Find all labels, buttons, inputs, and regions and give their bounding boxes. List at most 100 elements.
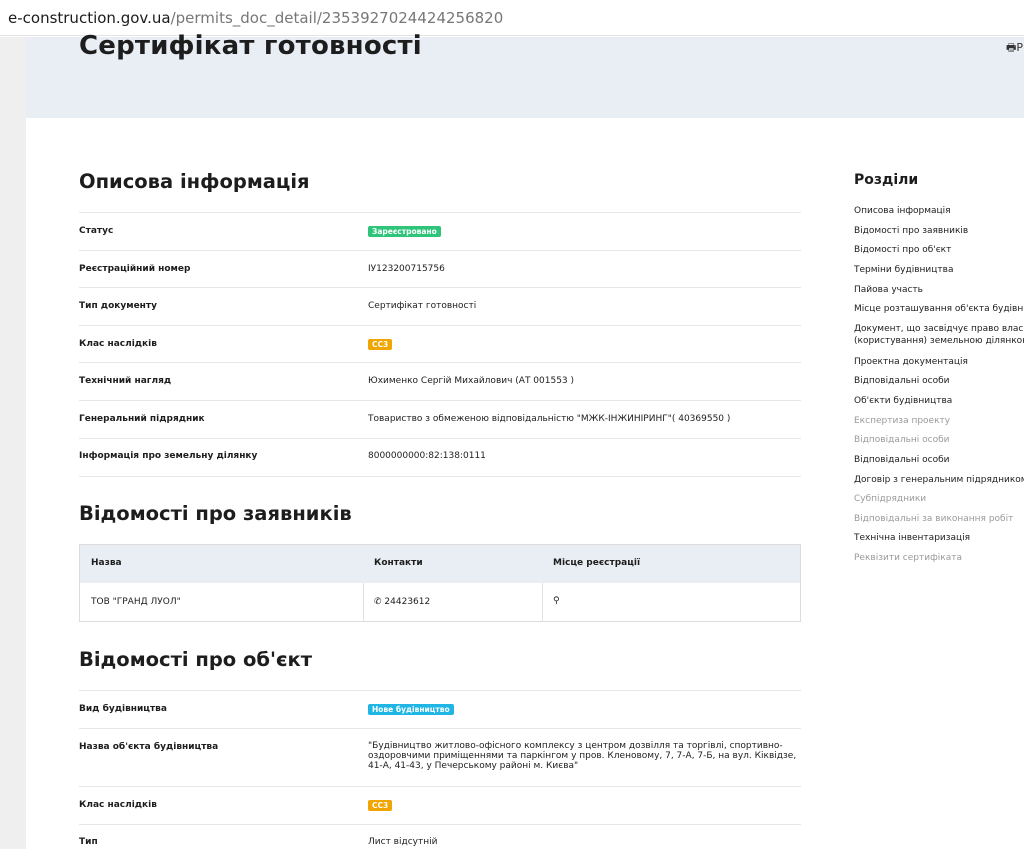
info-row: Статус Зареєстровано bbox=[79, 212, 801, 250]
row-label: Вид будівництва bbox=[79, 704, 167, 714]
applicant-phone: ✆ 24423612 bbox=[374, 597, 430, 607]
row-label: Клас наслідків bbox=[79, 800, 157, 810]
info-row: Технічний нагляд Юхименко Сергій Михайлов… bbox=[79, 362, 801, 400]
print-label: Р bbox=[1016, 41, 1024, 54]
row-label: Технічний нагляд bbox=[79, 376, 172, 386]
sidebar-nav-label: Договір з генеральним підрядником bbox=[854, 475, 1024, 485]
info-row: Тип Лист відсутній bbox=[79, 824, 801, 849]
sidebar-nav-item[interactable]: Документ, що засвідчує право власності (к… bbox=[854, 323, 1024, 347]
sidebar-nav-label: Відповідальні особи bbox=[854, 435, 950, 445]
url-text[interactable]: e-construction.gov.ua/permits_doc_detail… bbox=[8, 9, 503, 27]
sidebar-nav-item[interactable]: Об'єкти будівництва bbox=[854, 395, 952, 407]
sidebar-nav-item[interactable]: Відомості про об'єкт bbox=[854, 244, 951, 256]
row-label: Тип bbox=[79, 837, 98, 847]
column-header-location: Місце реєстрації bbox=[553, 558, 641, 568]
sidebar-nav-item[interactable]: Пайова участь bbox=[854, 284, 923, 296]
row-label: Реєстраційний номер bbox=[79, 264, 191, 274]
row-value: 8000000000:82:138:0111 bbox=[368, 451, 486, 461]
sidebar-nav-label: Відповідальні за виконання робіт bbox=[854, 514, 1014, 524]
phone-icon: ✆ bbox=[374, 597, 382, 607]
sidebar-nav-item[interactable]: Описова інформація bbox=[854, 205, 951, 217]
row-label: Тип документу bbox=[79, 301, 157, 311]
section-title-object: Відомості про об'єкт bbox=[79, 648, 313, 671]
sidebar-nav-item[interactable]: Місце розташування об'єкта будівництва bbox=[854, 303, 1024, 315]
applicants-table: Назва Контакти Місце реєстрації ТОВ "ГРА… bbox=[79, 544, 801, 622]
phone-number: 24423612 bbox=[384, 597, 431, 607]
sidebar-nav-item[interactable]: Відповідальні особи bbox=[854, 434, 950, 446]
page-title: Сертифікат готовності bbox=[79, 31, 422, 61]
left-margin bbox=[0, 37, 26, 849]
sidebar-nav-label: Відомості про заявників bbox=[854, 226, 969, 236]
sidebar-nav-item[interactable]: Договір з генеральним підрядником bbox=[854, 474, 1024, 486]
column-header-contacts: Контакти bbox=[374, 558, 423, 568]
printer-icon[interactable]: 🖶Р bbox=[1006, 39, 1023, 58]
sidebar-nav-label: Відповідальні особи bbox=[854, 455, 950, 465]
applicant-name: ТОВ "ГРАНД ЛУОЛ" bbox=[91, 597, 181, 607]
sidebar-nav-item[interactable]: Відповідальні особи bbox=[854, 375, 950, 387]
sidebar-nav-item[interactable]: Відомості про заявників bbox=[854, 225, 968, 237]
sidebar-nav-item[interactable]: Технічна інвентаризація bbox=[854, 532, 970, 544]
sidebar-nav-label: Експертиза проекту bbox=[854, 416, 951, 426]
badge-orange: СС3 bbox=[368, 800, 393, 811]
sidebar-nav-item[interactable]: Реквізити сертифіката bbox=[854, 552, 962, 564]
status-badge: СС3 bbox=[368, 800, 393, 811]
info-row: Інформація про земельну ділянку 800000000… bbox=[79, 438, 801, 476]
sidebar-nav-label: Технічна інвентаризація bbox=[854, 533, 971, 543]
section-title-description: Описова інформація bbox=[79, 170, 310, 193]
badge-green: Зареєстровано bbox=[368, 226, 441, 237]
row-value: ІУ123200715756 bbox=[368, 264, 445, 274]
badge-orange: СС3 bbox=[368, 339, 393, 350]
badge-blue: Нове будівництво bbox=[368, 704, 454, 715]
map-marker-icon: ⚲ bbox=[553, 596, 560, 606]
sidebar-nav-label: Відповідальні особи bbox=[854, 376, 950, 386]
applicant-location: ⚲ bbox=[553, 596, 560, 606]
sidebar-nav-label: Відомості про об'єкт bbox=[854, 245, 952, 255]
row-value: Сертифікат готовності bbox=[368, 301, 477, 311]
info-row: Клас наслідків СС3 bbox=[79, 786, 801, 824]
row-value: Товариство з обмеженою відповідальністю … bbox=[368, 414, 731, 424]
sidebar-nav-item[interactable]: Проектна документація bbox=[854, 356, 968, 368]
status-badge: СС3 bbox=[368, 339, 393, 350]
info-row: Реєстраційний номер ІУ123200715756 bbox=[79, 250, 801, 287]
sidebar-nav-item[interactable]: Субпідрядники bbox=[854, 493, 926, 505]
row-value: Лист відсутній bbox=[368, 837, 438, 847]
row-label: Інформація про земельну ділянку bbox=[79, 451, 258, 461]
sidebar-nav-item[interactable]: Відповідальні особи bbox=[854, 454, 950, 466]
sidebar-nav-label-cont: (користування) земельною ділянкою bbox=[854, 336, 1024, 346]
sidebar-title: Розділи bbox=[854, 172, 919, 188]
info-row: Генеральний підрядник Товариство з обмеже… bbox=[79, 400, 801, 438]
sidebar-nav-label: Терміни будівництва bbox=[854, 265, 954, 275]
sidebar-nav-label: Проектна документація bbox=[854, 357, 968, 367]
sidebar-nav-label: Реквізити сертифіката bbox=[854, 553, 962, 563]
sidebar-nav-label: Об'єкти будівництва bbox=[854, 396, 953, 406]
sidebar-nav-label: Субпідрядники bbox=[854, 494, 927, 504]
info-row: Вид будівництва Нове будівництво bbox=[79, 690, 801, 728]
row-label: Статус bbox=[79, 226, 114, 236]
table-header bbox=[80, 545, 800, 583]
sidebar-nav-label: Місце розташування об'єкта будівництва bbox=[854, 304, 1024, 314]
column-divider bbox=[363, 583, 364, 622]
status-badge: Зареєстровано bbox=[368, 226, 441, 237]
info-row: Тип документу Сертифікат готовності bbox=[79, 287, 801, 325]
sidebar-nav-label: Пайова участь bbox=[854, 285, 923, 295]
column-header-name: Назва bbox=[91, 558, 122, 568]
row-value: "Будівництво житлово-офісного комплексу … bbox=[368, 741, 797, 771]
info-row: Клас наслідків СС3 bbox=[79, 325, 801, 362]
info-row: Назва об'єкта будівництва "Будівництво жи… bbox=[79, 728, 801, 786]
url-domain: e-construction.gov.ua bbox=[8, 9, 171, 27]
row-value: Юхименко Сергій Михайлович (АТ 001553 ) bbox=[368, 376, 575, 386]
row-label: Клас наслідків bbox=[79, 339, 157, 349]
page-header: Сертифікат готовності 🖶Р bbox=[26, 31, 1024, 118]
sidebar-nav-item[interactable]: Відповідальні за виконання робіт bbox=[854, 513, 1013, 525]
row-label: Назва об'єкта будівництва bbox=[79, 742, 219, 752]
section-title-applicants: Відомості про заявників bbox=[79, 502, 352, 525]
sidebar-nav-label: Описова інформація bbox=[854, 206, 951, 216]
status-badge: Нове будівництво bbox=[368, 704, 454, 715]
url-path: /permits_doc_detail/2353927024424256820 bbox=[170, 9, 504, 27]
row-divider bbox=[79, 476, 801, 477]
sidebar-nav-label: Документ, що засвідчує право власності bbox=[854, 324, 1024, 334]
sidebar-nav-item[interactable]: Терміни будівництва bbox=[854, 264, 953, 276]
row-label: Генеральний підрядник bbox=[79, 414, 205, 424]
column-divider bbox=[542, 583, 543, 622]
sidebar-nav-item[interactable]: Експертиза проекту bbox=[854, 415, 950, 427]
